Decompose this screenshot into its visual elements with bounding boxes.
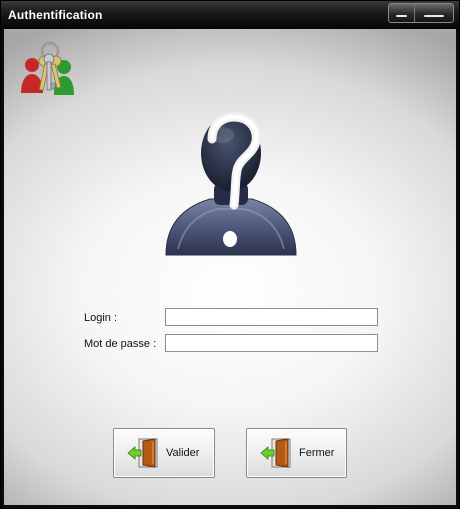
password-label: Mot de passe : — [84, 338, 157, 350]
close-button[interactable]: Fermer — [246, 428, 347, 478]
password-input[interactable] — [165, 334, 378, 352]
keys-and-users-icon — [21, 41, 74, 95]
dialog-body: Login : Mot de passe : Valider Fermer — [4, 29, 456, 505]
maximize-icon — [424, 15, 444, 17]
minimize-button[interactable] — [389, 4, 415, 22]
exit-door-icon — [260, 438, 291, 468]
window-controls — [388, 3, 454, 23]
unknown-user-question-mark-icon — [165, 112, 297, 256]
validate-button[interactable]: Valider — [113, 428, 215, 478]
title-bar[interactable]: Authentification — [1, 1, 459, 29]
minimize-icon — [396, 15, 407, 17]
exit-door-icon — [127, 438, 158, 468]
login-label: Login : — [84, 312, 118, 324]
close-button-label: Fermer — [299, 447, 335, 459]
login-input[interactable] — [165, 308, 378, 326]
login-window: Authentification Login: Mot de passe: … — [0, 0, 460, 509]
window-title: Authentification — [8, 8, 103, 22]
validate-button-label: Valider — [166, 447, 200, 459]
maximize-button[interactable] — [415, 4, 453, 22]
